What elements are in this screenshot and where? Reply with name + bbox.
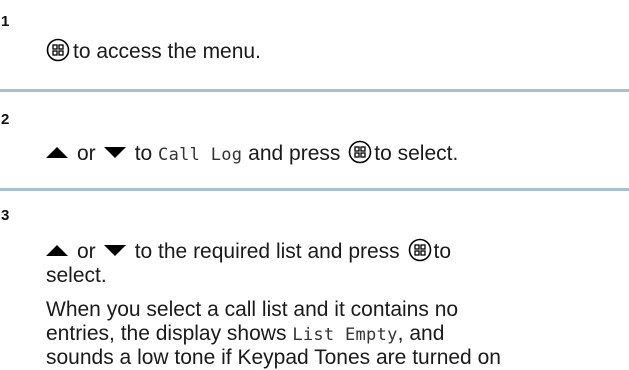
step-instruction-continued: select. bbox=[46, 264, 107, 287]
step-number: 1 bbox=[1, 13, 10, 30]
step-note-line: entries, the display shows List Empty, a… bbox=[46, 322, 444, 347]
menu-ok-button-icon bbox=[348, 140, 372, 164]
menu-ok-button-icon bbox=[46, 38, 70, 62]
or-text: or bbox=[77, 142, 96, 165]
up-arrow-icon bbox=[46, 147, 68, 158]
and-press-text: and press bbox=[248, 142, 341, 165]
step-note-line: When you select a call list and it conta… bbox=[46, 298, 459, 321]
step-number: 3 bbox=[1, 207, 10, 224]
down-arrow-icon bbox=[103, 147, 126, 158]
step-divider bbox=[0, 188, 629, 191]
step-divider bbox=[0, 89, 629, 92]
step-instruction: or to the required list and press to bbox=[46, 238, 451, 264]
or-text: or bbox=[77, 240, 96, 263]
step-instruction: to access the menu. bbox=[46, 38, 261, 64]
note-text: , and bbox=[397, 322, 445, 345]
step-note-line: sounds a low tone if Keypad Tones are tu… bbox=[46, 346, 501, 369]
instruction-text: to the required list and press bbox=[134, 240, 400, 263]
step-number: 2 bbox=[1, 111, 10, 128]
step-text: to access the menu. bbox=[73, 40, 261, 63]
menu-ok-button-icon bbox=[408, 238, 431, 262]
to-text: to bbox=[134, 142, 153, 165]
to-text: to bbox=[433, 240, 452, 263]
step-instruction: or to Call Log and press to select. bbox=[46, 140, 458, 167]
select-text: to select. bbox=[374, 142, 459, 165]
menu-item-label: Call Log bbox=[158, 145, 243, 165]
display-message: List Empty bbox=[292, 325, 398, 345]
down-arrow-icon bbox=[103, 245, 126, 256]
up-arrow-icon bbox=[46, 245, 68, 256]
note-text: entries, the display shows bbox=[46, 322, 287, 345]
